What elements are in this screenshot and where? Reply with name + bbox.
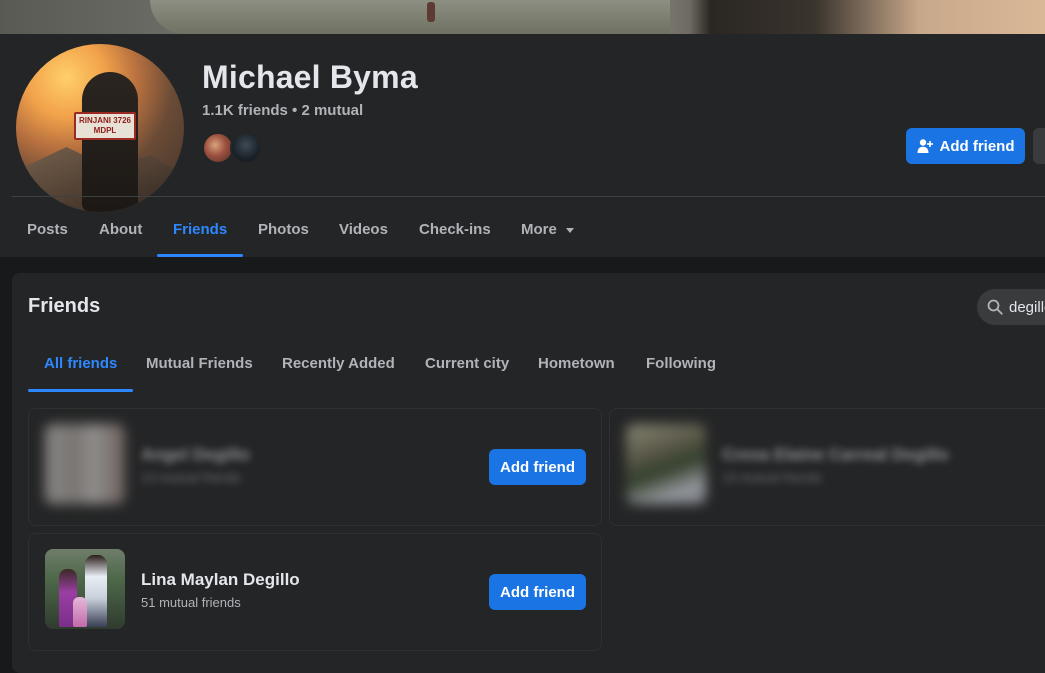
tab-check-ins[interactable]: Check-ins <box>403 202 507 257</box>
cover-photo[interactable] <box>0 0 1045 34</box>
subtab-all-friends[interactable]: All friends <box>28 335 134 392</box>
add-friend-label: Add friend <box>939 137 1015 155</box>
friend-name[interactable]: Cresa Elaine Carreal Degillo <box>722 445 949 465</box>
tab-about[interactable]: About <box>83 202 158 257</box>
friends-panel: Friends All friends Mutual Friends Recen… <box>12 273 1045 673</box>
subtab-current-city[interactable]: Current city <box>409 335 525 392</box>
friend-card: Lina Maylan Degillo 51 mutual friends Ad… <box>28 533 602 651</box>
tab-more[interactable]: More <box>505 202 590 257</box>
profile-name: Michael Byma <box>202 59 418 95</box>
friend-card: Angel Degillo 13 mutual friends Add frie… <box>28 408 602 526</box>
cover-person <box>427 2 435 22</box>
friends-panel-title: Friends <box>28 295 101 317</box>
subtab-hometown[interactable]: Hometown <box>522 335 631 392</box>
add-user-icon <box>917 139 933 153</box>
search-icon <box>987 299 1003 315</box>
subtab-following[interactable]: Following <box>630 335 732 392</box>
tab-more-label: More <box>521 221 557 238</box>
header-divider <box>12 196 1045 197</box>
friend-photo[interactable] <box>45 424 125 504</box>
photo-person <box>85 555 107 627</box>
photo-person <box>73 597 87 627</box>
profile-header: RINJANI 3726 MDPL Michael Byma 1.1K frie… <box>0 34 1045 257</box>
add-friend-button[interactable]: Add friend <box>489 574 586 610</box>
tab-photos[interactable]: Photos <box>242 202 325 257</box>
friends-summary[interactable]: 1.1K friends • 2 mutual <box>202 102 363 119</box>
profile-avatar[interactable]: RINJANI 3726 MDPL <box>16 44 184 212</box>
tab-videos[interactable]: Videos <box>323 202 404 257</box>
subtab-mutual-friends[interactable]: Mutual Friends <box>130 335 269 392</box>
friends-search[interactable] <box>977 289 1045 325</box>
friend-mutual-count: 51 mutual friends <box>141 595 241 610</box>
friend-mutual-count: 13 mutual friends <box>722 470 822 485</box>
friend-photo[interactable] <box>45 549 125 629</box>
cover-hill <box>150 0 670 34</box>
avatar-figure <box>82 72 138 212</box>
tab-friends[interactable]: Friends <box>157 202 244 257</box>
add-friend-button[interactable]: Add friend <box>489 449 586 485</box>
search-input[interactable] <box>1009 298 1045 316</box>
subtab-recently-added[interactable]: Recently Added <box>266 335 411 392</box>
friend-card: Cresa Elaine Carreal Degillo 13 mutual f… <box>609 408 1045 526</box>
add-friend-button[interactable]: Add friend <box>906 128 1025 164</box>
friend-name[interactable]: Angel Degillo <box>141 445 250 465</box>
caret-down-icon <box>565 228 574 233</box>
friend-name[interactable]: Lina Maylan Degillo <box>141 570 300 590</box>
friend-photo[interactable] <box>626 424 706 504</box>
avatar-sign: RINJANI 3726 MDPL <box>74 112 136 140</box>
mutual-avatar[interactable] <box>230 132 262 164</box>
more-actions-button[interactable] <box>1033 128 1045 164</box>
tab-posts[interactable]: Posts <box>11 202 84 257</box>
friend-mutual-count: 13 mutual friends <box>141 470 241 485</box>
